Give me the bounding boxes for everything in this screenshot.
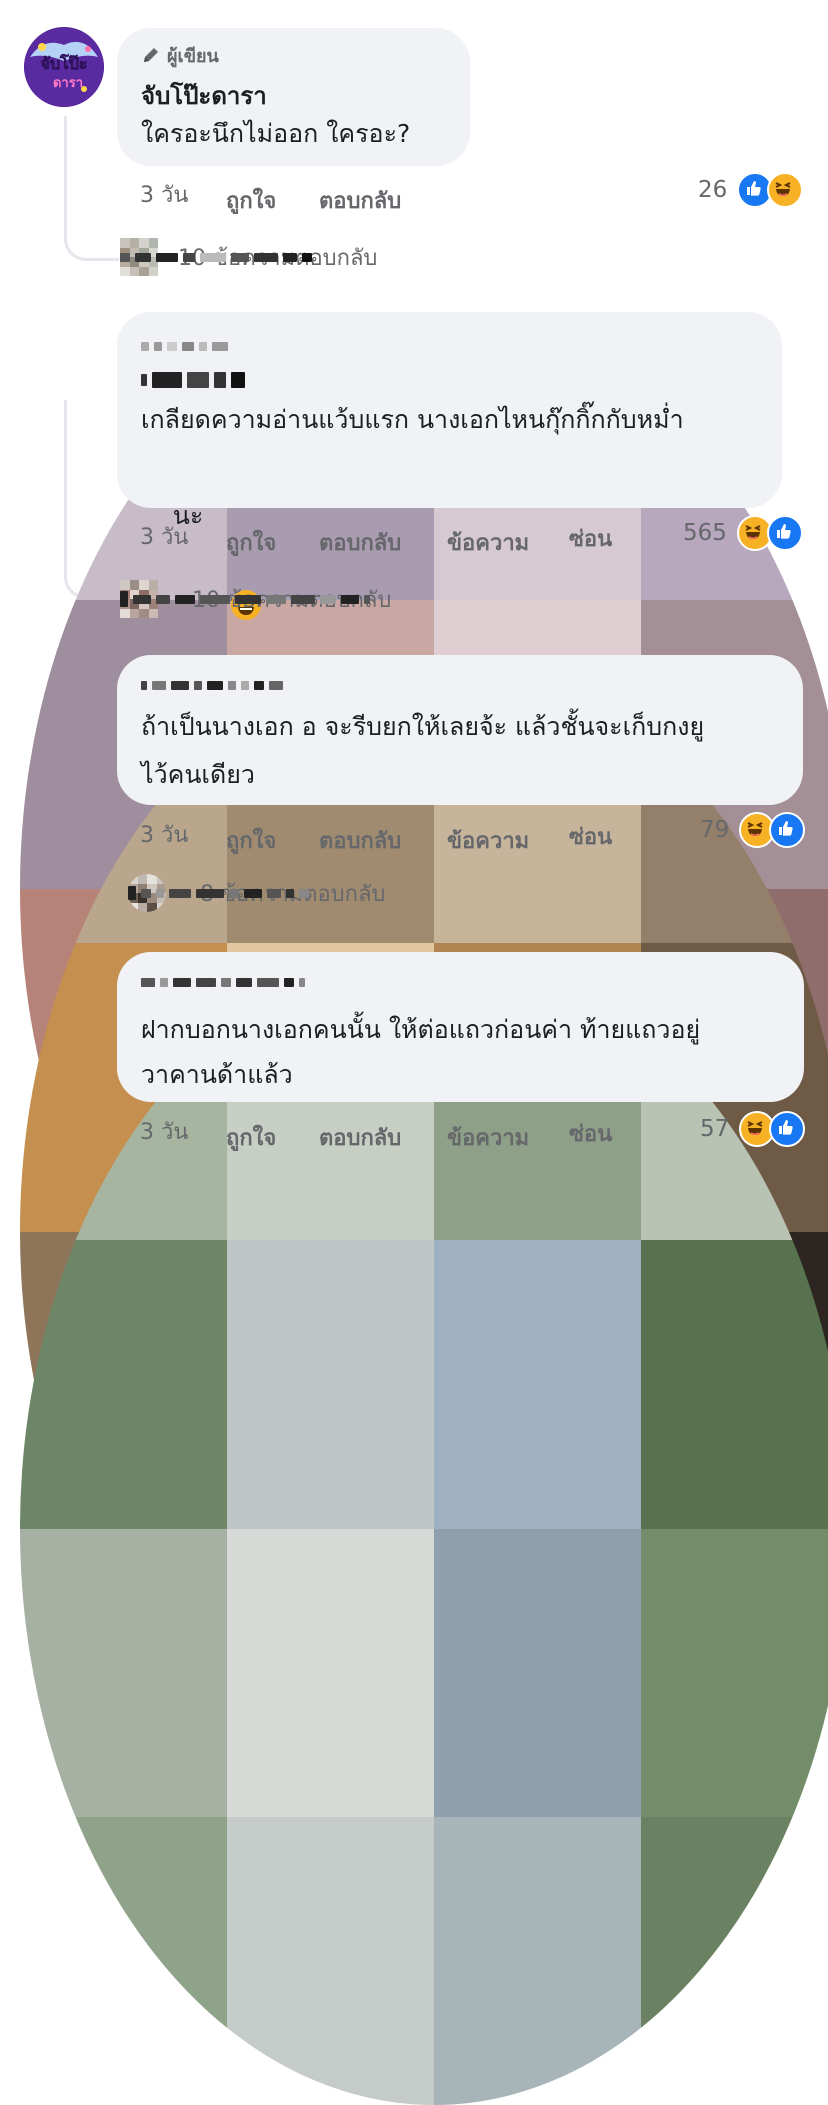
author-badge-label: ผู้เขียน [167, 45, 219, 67]
pen-icon [144, 48, 158, 62]
reaction-count: 79 [700, 817, 730, 843]
comment-text: ฝากบอกนางเอกคนนั้น ให้ต่อแถวก่อนค่า ท้าย… [141, 1015, 701, 1044]
hide-button[interactable]: ซ่อน [569, 819, 612, 854]
comment-bubble: ฝากบอกนางเอกคนนั้น ให้ต่อแถวก่อนค่า ท้าย… [117, 952, 804, 1102]
like-button[interactable]: ถูกใจ [226, 525, 276, 560]
hide-button[interactable]: ซ่อน [569, 1116, 612, 1151]
like-reaction-icon [766, 515, 803, 551]
svg-text:จับโป๊ะ: จับโป๊ะ [41, 53, 88, 73]
comment-time[interactable]: 3 วัน [140, 519, 188, 554]
reply-button[interactable]: ตอบกลับ [319, 1120, 401, 1155]
svg-text:ดารา: ดารา [53, 76, 83, 91]
hide-button[interactable]: ซ่อน [569, 521, 612, 556]
reaction-summary[interactable]: 565 [683, 515, 803, 551]
author-badge: ผู้เขียน [141, 42, 219, 68]
view-replies-row[interactable]: 10 ข้อความตอบกลับ [120, 238, 377, 276]
reaction-summary[interactable]: 26 [698, 172, 804, 208]
comment-text: วาคานด้าแล้ว [141, 1060, 293, 1089]
comment-bubble: เกลียดความอ่านแว้บแรก นางเอกไหนกุ๊กกิ๊กก… [117, 312, 782, 620]
message-button[interactable]: ข้อความ [447, 525, 529, 560]
avatar[interactable]: จับโป๊ะ ดารา [24, 27, 104, 107]
comment-text: ถ้าเป็นนางเอก อ จะรีบยกให้เลยจ้ะ แล้วชั้… [141, 712, 705, 741]
comment-actions: 3 วัน ถูกใจ ตอบกลับ ข้อความ ซ่อน [140, 525, 640, 565]
comment-bubble: ถ้าเป็นนางเอก อ จะรีบยกให้เลยจ้ะ แล้วชั้… [117, 655, 803, 805]
author-name[interactable]: จับโป๊ะดารา [141, 76, 267, 115]
page-logo-icon: จับโป๊ะ ดารา [24, 27, 104, 107]
author-name-blurred[interactable] [141, 372, 245, 388]
comment-text: ใครอะนึกไม่ออก ใครอะ? [141, 119, 411, 148]
like-button[interactable]: ถูกใจ [226, 1120, 276, 1155]
comment-actions: 3 วัน ถูกใจ ตอบกลับ ข้อความ ซ่อน [140, 823, 640, 863]
like-button[interactable]: ถูกใจ [226, 823, 276, 858]
author-name-blurred[interactable] [141, 978, 305, 987]
comment-bubble: ผู้เขียน จับโป๊ะดารา ใครอะนึกไม่ออก ใครอ… [117, 28, 470, 166]
replier-name-blurred [120, 252, 312, 262]
like-reaction-icon [769, 1111, 806, 1147]
reply-button[interactable]: ตอบกลับ [319, 823, 401, 858]
message-button[interactable]: ข้อความ [447, 823, 529, 858]
author-badge-blurred [141, 342, 228, 351]
reaction-count: 565 [683, 520, 727, 546]
like-reaction-icon [769, 812, 806, 848]
reaction-summary[interactable]: 79 [700, 812, 806, 848]
comment-actions: 3 วัน ถูกใจ ตอบกลับ ข้อความ ซ่อน [140, 1120, 640, 1160]
like-button[interactable]: ถูกใจ [226, 183, 276, 218]
view-replies-row[interactable]: · 8 ข้อความตอบกลับ [128, 874, 385, 912]
comment-time[interactable]: 3 วัน [140, 177, 188, 212]
author-name-blurred[interactable] [141, 681, 283, 690]
comment-time[interactable]: 3 วัน [140, 1114, 188, 1149]
message-button[interactable]: ข้อความ [447, 1120, 529, 1155]
reaction-count: 57 [700, 1116, 730, 1142]
thread-line [64, 116, 119, 261]
reply-button[interactable]: ตอบกลับ [319, 525, 401, 560]
replier-name-blurred [128, 886, 309, 900]
reaction-count: 26 [698, 177, 728, 203]
reply-button[interactable]: ตอบกลับ [319, 183, 401, 218]
view-replies-row[interactable]: · 10 ข้อความตอบกลับ [120, 580, 391, 618]
replier-name-blurred [120, 591, 370, 607]
comment-time[interactable]: 3 วัน [140, 817, 188, 852]
comment-text: เกลียดความอ่านแว้บแรก นางเอกไหนกุ๊กกิ๊กก… [141, 405, 684, 434]
reaction-summary[interactable]: 57 [700, 1111, 806, 1147]
comment-actions: 3 วัน ถูกใจ ตอบกลับ [140, 183, 440, 223]
comment-text: ไว้คนเดียว [141, 760, 255, 789]
haha-reaction-icon [767, 172, 804, 208]
